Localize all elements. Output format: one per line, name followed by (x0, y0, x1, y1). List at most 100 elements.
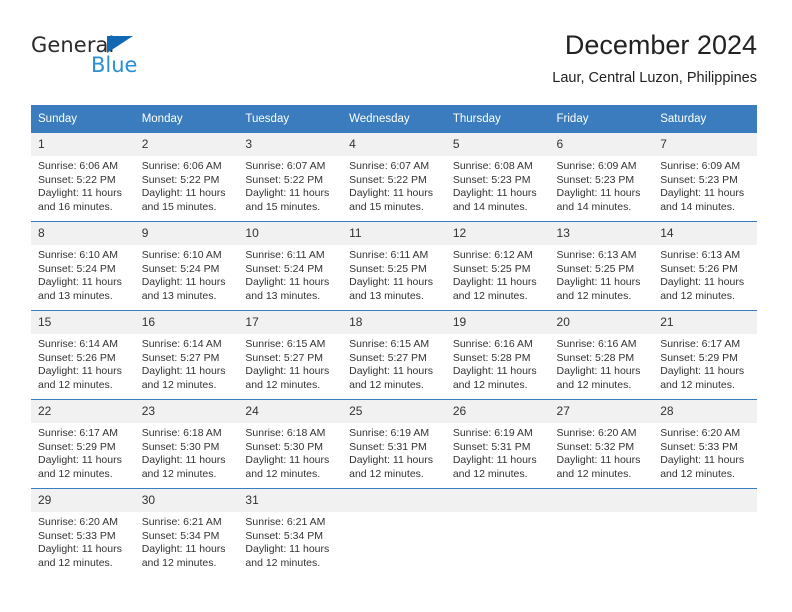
daylight-duration-line2: and 12 minutes. (349, 467, 424, 480)
day-details: Sunrise: 6:19 AM Sunset: 5:31 PM Daylight:… (446, 423, 550, 481)
day-number: 6 (549, 133, 654, 156)
sunrise-time: Sunrise: 6:15 AM (349, 338, 430, 350)
sunrise-time: Sunrise: 6:14 AM (141, 338, 222, 350)
sunset-time: Sunset: 5:31 PM (452, 440, 531, 453)
daylight-duration-line2: and 12 minutes. (452, 378, 528, 391)
sunrise-time: Sunrise: 6:06 AM (141, 160, 222, 172)
daylight-duration-line2: and 13 minutes. (38, 289, 113, 302)
daylight-duration-line1: Daylight: 11 hours (141, 454, 226, 467)
sunset-time: Sunset: 5:33 PM (660, 440, 738, 453)
sunset-time: Sunset: 5:30 PM (141, 440, 220, 453)
sunrise-time: Sunrise: 6:06 AM (38, 160, 118, 172)
daylight-duration-line1: Daylight: 11 hours (38, 454, 122, 467)
day-number: 12 (445, 222, 550, 245)
day-number: 14 (653, 222, 757, 245)
sunset-time: Sunset: 5:28 PM (452, 351, 531, 364)
daylight-duration-line2: and 14 minutes. (660, 200, 735, 213)
general-blue-logo[interactable]: General Blue (31, 33, 231, 85)
daylight-duration-line1: Daylight: 11 hours (245, 543, 330, 556)
daylight-duration-line2: and 12 minutes. (141, 556, 217, 569)
daylight-duration-line1: Daylight: 11 hours (141, 365, 226, 378)
daylight-duration-line2: and 13 minutes. (141, 289, 217, 302)
day-details: Sunrise: 6:07 AM Sunset: 5:22 PM Daylight:… (238, 156, 342, 214)
calendar-day-cell[interactable]: 20 Sunrise: 6:16 AM Sunset: 5:28 PM Dayligh… (549, 310, 654, 400)
calendar-day-cell[interactable]: 7 Sunrise: 6:09 AM Sunset: 5:23 PM Daylight… (653, 133, 757, 222)
sunset-time: Sunset: 5:22 PM (245, 173, 324, 186)
calendar-day-cell[interactable]: 17 Sunrise: 6:15 AM Sunset: 5:27 PM Dayligh… (238, 310, 343, 400)
title-block: December 2024 Laur, Central Luzon, Phili… (552, 28, 757, 89)
daylight-duration-line2: and 12 minutes. (38, 556, 113, 569)
day-number: 26 (445, 400, 550, 423)
calendar-day-cell[interactable]: 18 Sunrise: 6:15 AM Sunset: 5:27 PM Dayligh… (342, 310, 446, 400)
calendar-day-cell[interactable]: 3 Sunrise: 6:07 AM Sunset: 5:22 PM Daylight… (238, 133, 343, 222)
calendar-week-row: 1 Sunrise: 6:06 AM Sunset: 5:22 PM Daylight… (31, 133, 757, 222)
calendar-day-cell[interactable]: 9 Sunrise: 6:10 AM Sunset: 5:24 PM Daylight… (134, 221, 239, 311)
day-details: Sunrise: 6:21 AM Sunset: 5:34 PM Daylight:… (135, 512, 239, 570)
calendar-day-cell[interactable]: 14 Sunrise: 6:13 AM Sunset: 5:26 PM Dayligh… (653, 221, 757, 311)
day-number: 22 (31, 400, 135, 423)
day-number (653, 489, 757, 512)
sunset-time: Sunset: 5:33 PM (38, 529, 116, 542)
sunrise-time: Sunrise: 6:16 AM (556, 338, 637, 350)
calendar-day-cell[interactable]: 8 Sunrise: 6:10 AM Sunset: 5:24 PM Daylight… (31, 221, 135, 311)
daylight-duration-line1: Daylight: 11 hours (660, 365, 745, 378)
calendar-day-cell[interactable]: 22 Sunrise: 6:17 AM Sunset: 5:29 PM Dayligh… (31, 399, 135, 489)
day-details: Sunrise: 6:10 AM Sunset: 5:24 PM Daylight:… (31, 245, 135, 303)
calendar-day-cell[interactable]: 10 Sunrise: 6:11 AM Sunset: 5:24 PM Dayligh… (238, 221, 343, 311)
day-number: 11 (342, 222, 446, 245)
calendar-body: 1 Sunrise: 6:06 AM Sunset: 5:22 PM Daylight… (31, 133, 757, 577)
calendar-day-cell[interactable]: 26 Sunrise: 6:19 AM Sunset: 5:31 PM Dayligh… (445, 399, 550, 489)
daylight-duration-line1: Daylight: 11 hours (556, 454, 641, 467)
daylight-duration-line1: Daylight: 11 hours (452, 276, 537, 289)
daylight-duration-line1: Daylight: 11 hours (38, 365, 122, 378)
calendar-day-cell[interactable]: 15 Sunrise: 6:14 AM Sunset: 5:26 PM Dayligh… (31, 310, 135, 400)
calendar-day-cell[interactable]: 27 Sunrise: 6:20 AM Sunset: 5:32 PM Dayligh… (549, 399, 654, 489)
daylight-duration-line1: Daylight: 11 hours (556, 276, 641, 289)
calendar-day-cell[interactable]: 13 Sunrise: 6:13 AM Sunset: 5:25 PM Dayligh… (549, 221, 654, 311)
sunset-time: Sunset: 5:23 PM (556, 173, 635, 186)
calendar-day-cell[interactable]: 23 Sunrise: 6:18 AM Sunset: 5:30 PM Dayligh… (134, 399, 239, 489)
day-number: 30 (134, 489, 239, 512)
calendar-day-cell[interactable]: 25 Sunrise: 6:19 AM Sunset: 5:31 PM Dayligh… (342, 399, 446, 489)
sunrise-time: Sunrise: 6:16 AM (452, 338, 533, 350)
day-details: Sunrise: 6:16 AM Sunset: 5:28 PM Daylight:… (446, 334, 550, 392)
calendar-day-cell[interactable]: 16 Sunrise: 6:14 AM Sunset: 5:27 PM Dayligh… (134, 310, 239, 400)
day-number (549, 489, 654, 512)
sunrise-time: Sunrise: 6:09 AM (660, 160, 741, 172)
daylight-duration-line1: Daylight: 11 hours (349, 454, 433, 467)
calendar-day-cell[interactable]: 24 Sunrise: 6:18 AM Sunset: 5:30 PM Dayligh… (238, 399, 343, 489)
calendar-day-cell[interactable]: 2 Sunrise: 6:06 AM Sunset: 5:22 PM Daylight… (134, 133, 239, 222)
day-details: Sunrise: 6:07 AM Sunset: 5:22 PM Daylight:… (342, 156, 446, 214)
day-details: Sunrise: 6:15 AM Sunset: 5:27 PM Daylight:… (342, 334, 446, 392)
day-details: Sunrise: 6:13 AM Sunset: 5:25 PM Daylight:… (550, 245, 654, 303)
sunset-time: Sunset: 5:34 PM (141, 529, 220, 542)
weekday-header-saturday: Saturday (653, 105, 757, 133)
day-number: 23 (134, 400, 239, 423)
calendar-day-cell[interactable]: 12 Sunrise: 6:12 AM Sunset: 5:25 PM Dayligh… (445, 221, 550, 311)
daylight-duration-line2: and 12 minutes. (556, 289, 632, 302)
calendar-day-cell[interactable]: 1 Sunrise: 6:06 AM Sunset: 5:22 PM Daylight… (31, 133, 135, 222)
daylight-duration-line1: Daylight: 11 hours (660, 454, 745, 467)
daylight-duration-line2: and 12 minutes. (245, 378, 321, 391)
sunset-time: Sunset: 5:24 PM (245, 262, 324, 275)
daylight-duration-line1: Daylight: 11 hours (38, 187, 122, 200)
daylight-duration-line2: and 14 minutes. (556, 200, 632, 213)
page-subtitle: Laur, Central Luzon, Philippines (552, 70, 757, 86)
calendar-day-cell[interactable]: 11 Sunrise: 6:11 AM Sunset: 5:25 PM Dayligh… (342, 221, 446, 311)
sunrise-time: Sunrise: 6:15 AM (245, 338, 326, 350)
calendar-day-cell[interactable]: 28 Sunrise: 6:20 AM Sunset: 5:33 PM Dayligh… (653, 399, 757, 489)
calendar-day-cell[interactable]: 6 Sunrise: 6:09 AM Sunset: 5:23 PM Daylight… (549, 133, 654, 222)
calendar-day-cell[interactable]: 31 Sunrise: 6:21 AM Sunset: 5:34 PM Dayligh… (238, 488, 343, 577)
calendar-day-cell[interactable]: 5 Sunrise: 6:08 AM Sunset: 5:23 PM Daylight… (445, 133, 550, 222)
daylight-duration-line2: and 16 minutes. (38, 200, 113, 213)
sunrise-sunset-calendar: Sunday Monday Tuesday Wednesday Thursday Frid… (31, 105, 757, 577)
calendar-day-cell[interactable]: 4 Sunrise: 6:07 AM Sunset: 5:22 PM Daylight… (342, 133, 446, 222)
calendar-day-cell[interactable]: 21 Sunrise: 6:17 AM Sunset: 5:29 PM Dayligh… (653, 310, 757, 400)
calendar-day-cell[interactable]: 19 Sunrise: 6:16 AM Sunset: 5:28 PM Dayligh… (445, 310, 550, 400)
daylight-duration-line2: and 12 minutes. (141, 467, 217, 480)
daylight-duration-line1: Daylight: 11 hours (660, 187, 745, 200)
calendar-day-cell[interactable]: 30 Sunrise: 6:21 AM Sunset: 5:34 PM Dayligh… (134, 488, 239, 577)
daylight-duration-line1: Daylight: 11 hours (245, 454, 330, 467)
day-details: Sunrise: 6:20 AM Sunset: 5:33 PM Daylight:… (31, 512, 135, 570)
calendar-day-cell[interactable]: 29 Sunrise: 6:20 AM Sunset: 5:33 PM Dayligh… (31, 488, 135, 577)
